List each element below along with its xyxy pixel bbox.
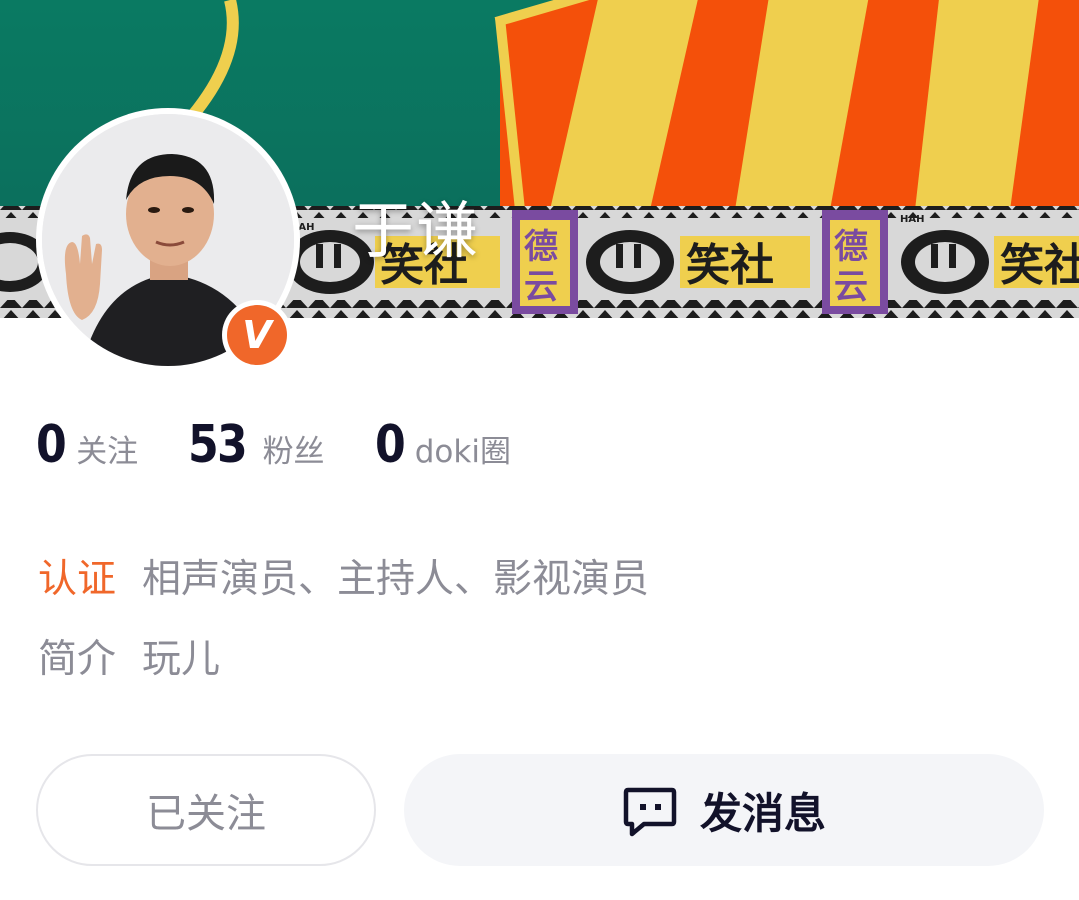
send-message-label: 发消息: [699, 788, 826, 838]
stat-fans-label: 粉丝: [262, 434, 325, 470]
banner-yun-text-1: 云: [524, 267, 558, 307]
stat-doki[interactable]: 0 doki圈: [375, 415, 511, 475]
verified-badge: V: [222, 300, 292, 370]
stat-fans[interactable]: 53 粉丝: [188, 415, 324, 475]
certification-row: 认证 相声演员、主持人、影视演员: [38, 548, 649, 604]
banner-hah-2: HAH: [900, 214, 924, 225]
banner-deyun-sign-2: 德 云: [822, 210, 888, 314]
profile-name: 于谦: [352, 194, 481, 267]
banner-de-text-1: 德: [524, 227, 558, 267]
profile-stats: 0 关注 53 粉丝 0 doki圈: [36, 415, 561, 485]
banner-yun-text-2: 云: [834, 267, 868, 307]
intro-row: 简介 玩儿: [38, 628, 220, 684]
intro-value: 玩儿: [142, 637, 221, 682]
stat-following-label: 关注: [76, 434, 139, 470]
followed-button[interactable]: 已关注: [36, 754, 376, 866]
message-icon: [623, 787, 677, 837]
stat-doki-label: doki圈: [414, 434, 511, 470]
banner-de-text-2: 德: [834, 227, 868, 267]
intro-label: 简介: [38, 637, 117, 682]
banner-logo-3: 笑社: [586, 230, 810, 294]
stat-following-count: 0: [36, 415, 67, 475]
verified-v-icon: V: [227, 305, 287, 365]
banner-laugh-text-3: 笑社: [1000, 240, 1079, 291]
banner-laugh-text-2: 笑社: [686, 240, 774, 291]
stat-doki-count: 0: [374, 415, 406, 475]
stat-fans-count: 53: [188, 415, 248, 475]
send-message-button[interactable]: 发消息: [404, 754, 1044, 866]
banner-deyun-sign-1: 德 云: [512, 210, 578, 314]
certification-value: 相声演员、主持人、影视演员: [142, 557, 650, 602]
followed-button-label: 已关注: [146, 791, 266, 837]
stat-following[interactable]: 0 关注: [36, 415, 138, 475]
certification-label: 认证: [38, 557, 117, 602]
profile-page: HAH HAH 笑社 德 云 笑社 德 云 笑社 于谦 V 0 关注 53 粉丝…: [0, 0, 1079, 900]
